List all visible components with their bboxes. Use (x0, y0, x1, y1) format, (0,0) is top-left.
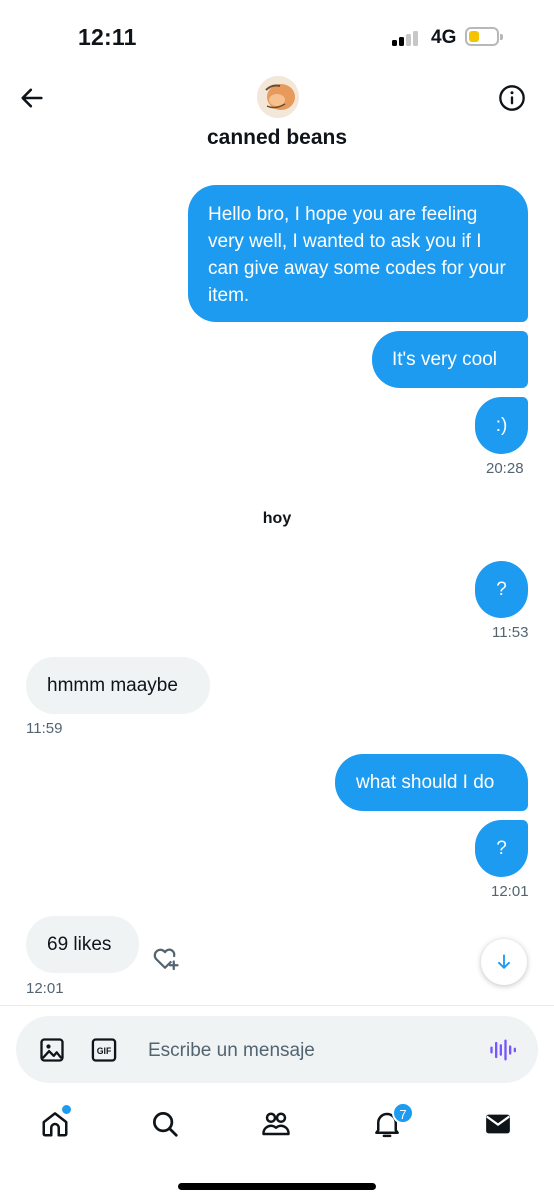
message-bubble-outgoing[interactable]: :) (475, 397, 528, 454)
add-reaction-heart-icon[interactable] (150, 944, 180, 974)
message-bubble-incoming[interactable]: 69 likes (26, 916, 139, 973)
info-icon[interactable] (498, 84, 526, 112)
message-input[interactable] (146, 1034, 450, 1068)
battery-icon (465, 27, 503, 46)
message-bubble-outgoing[interactable]: It's very cool (372, 331, 528, 388)
message-bubble-outgoing[interactable]: ? (475, 561, 528, 618)
search-tab-icon[interactable] (143, 1102, 187, 1146)
contact-avatar[interactable] (257, 76, 299, 118)
scroll-to-bottom-button[interactable] (481, 939, 527, 985)
gif-icon[interactable]: GIF (90, 1036, 118, 1069)
voice-message-icon[interactable] (488, 1036, 516, 1069)
message-timestamp: 20:28 (486, 460, 524, 477)
message-timestamp: 11:53 (492, 624, 529, 641)
message-bubble-outgoing[interactable]: Hello bro, I hope you are feeling very w… (188, 185, 528, 322)
message-timestamp: 12:01 (26, 980, 64, 997)
notifications-badge: 7 (392, 1102, 414, 1124)
contact-name[interactable]: canned beans (0, 126, 554, 150)
communities-tab-icon[interactable] (254, 1102, 298, 1146)
status-bar: 12:11 4G (0, 0, 554, 76)
message-bubble-outgoing[interactable]: ? (475, 820, 528, 877)
message-timestamp: 12:01 (491, 883, 529, 900)
network-type: 4G (431, 27, 457, 48)
image-icon[interactable] (38, 1036, 66, 1069)
message-timestamp: 11:59 (26, 720, 63, 737)
arrow-down-icon (498, 954, 510, 969)
message-bubble-incoming[interactable]: hmmm maaybe (26, 657, 210, 714)
home-unread-dot (61, 1104, 72, 1115)
messages-tab-icon[interactable] (476, 1102, 520, 1146)
composer-divider (0, 1005, 554, 1006)
home-indicator[interactable] (178, 1183, 376, 1190)
signal-strength-icon (392, 30, 424, 46)
status-time: 12:11 (78, 24, 137, 50)
day-separator: hoy (262, 510, 292, 527)
bottom-navigation (0, 1096, 554, 1156)
svg-text:GIF: GIF (97, 1046, 112, 1056)
message-bubble-outgoing[interactable]: what should I do (335, 754, 528, 811)
back-arrow-icon[interactable] (18, 84, 46, 112)
message-composer: GIF (16, 1016, 538, 1083)
